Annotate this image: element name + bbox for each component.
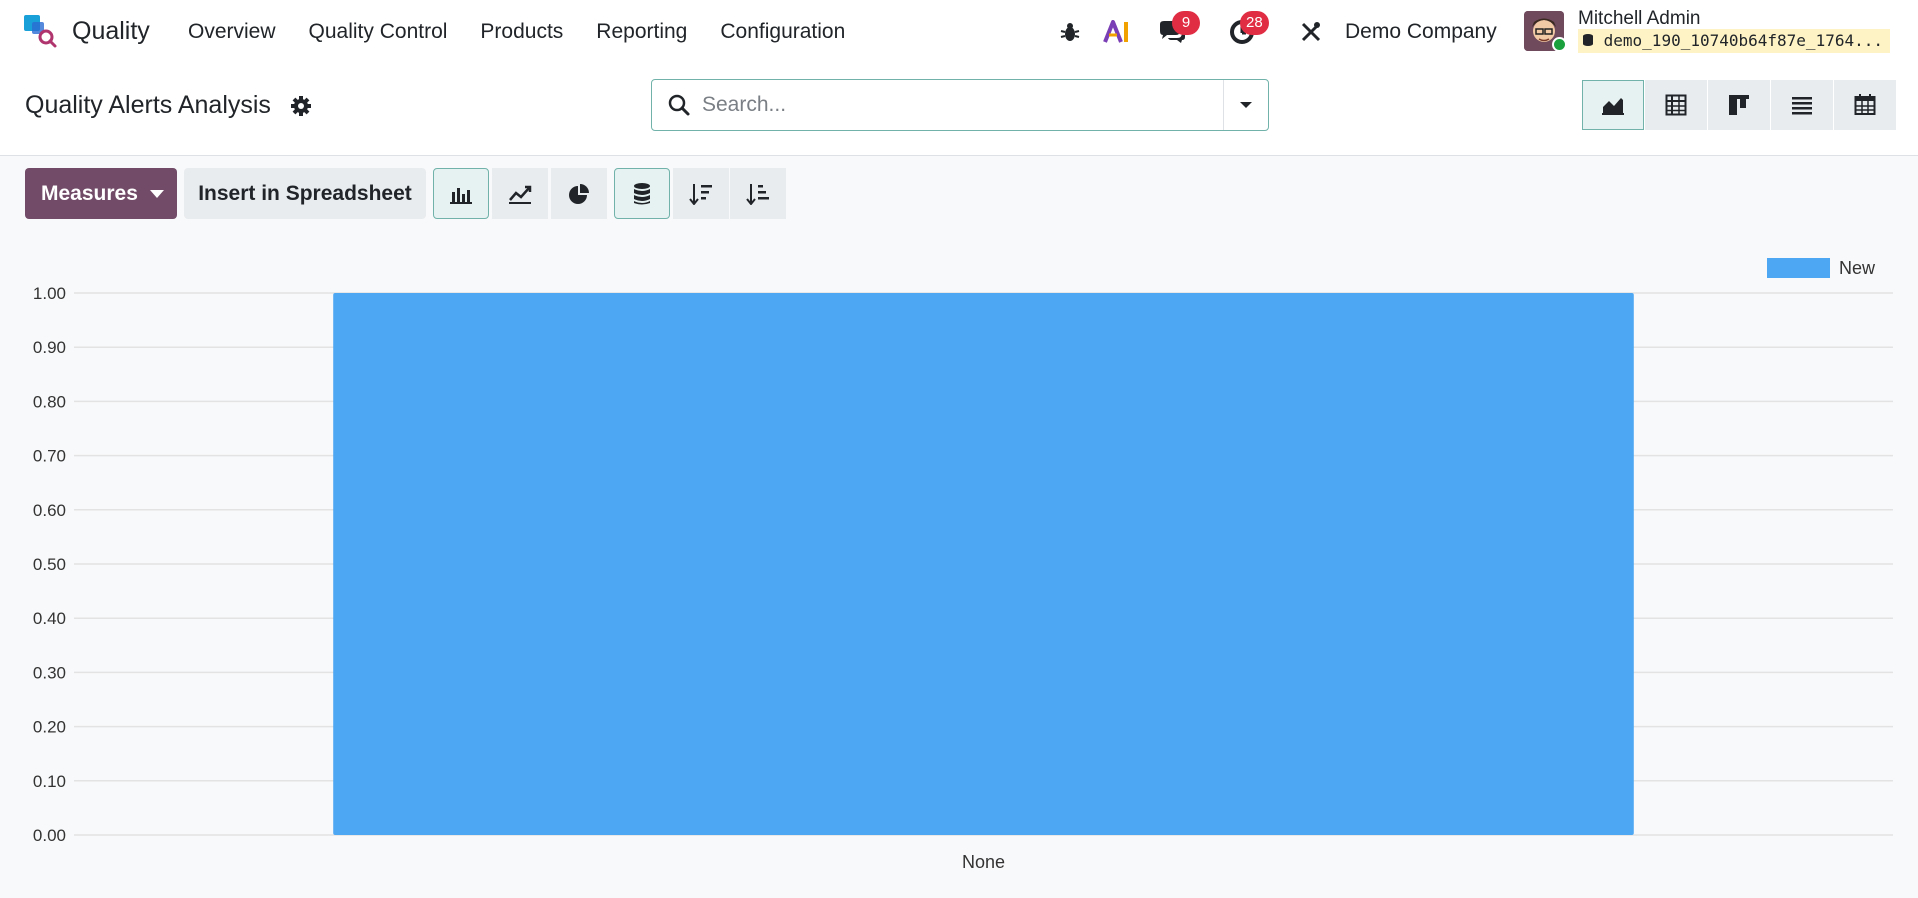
menu-item-configuration[interactable]: Configuration — [720, 20, 845, 44]
online-status-indicator — [1552, 37, 1567, 52]
line-chart-icon — [509, 185, 532, 204]
y-tick-label: 0.30 — [33, 663, 66, 682]
y-tick-label: 0.10 — [33, 772, 66, 791]
stacked-toggle-button[interactable] — [614, 168, 670, 219]
y-tick-label: 0.20 — [33, 718, 66, 737]
y-tick-label: 0.50 — [33, 555, 66, 574]
graph-view-button[interactable] — [1582, 80, 1644, 130]
top-navbar: Quality Overview Quality Control Product… — [0, 0, 1918, 64]
kanban-view-button[interactable] — [1708, 80, 1770, 130]
table-icon — [1665, 94, 1687, 116]
search-options-toggle[interactable] — [1223, 80, 1268, 130]
pie-chart-button[interactable] — [551, 168, 607, 219]
graph-chart: 0.00 0.10 0.20 0.30 0.40 0.50 0.60 0.70 0.80 0.90… — [0, 236, 1918, 893]
database-stack-icon — [634, 182, 650, 204]
pivot-view-button[interactable] — [1645, 80, 1707, 130]
menu-item-products[interactable]: Products — [480, 20, 563, 44]
gear-icon[interactable] — [290, 95, 312, 117]
bar-chart: 0.00 0.10 0.20 0.30 0.40 0.50 0.60 0.70 0.80 0.90… — [33, 258, 1893, 872]
caret-down-icon — [149, 189, 164, 198]
sort-ascending-button[interactable] — [730, 168, 786, 219]
y-tick-label: 0.40 — [33, 609, 66, 628]
company-switcher[interactable]: Demo Company — [1345, 20, 1497, 44]
messages-badge: 9 — [1172, 11, 1200, 35]
messages-icon[interactable]: 9 — [1152, 11, 1200, 50]
calendar-view-button[interactable] — [1834, 80, 1896, 130]
x-tick-label: None — [962, 852, 1005, 872]
sort-descending-button[interactable] — [673, 168, 729, 219]
app-name[interactable]: Quality — [72, 17, 150, 46]
legend-label: New — [1839, 258, 1876, 278]
user-name[interactable]: Mitchell Admin — [1578, 8, 1701, 30]
database-label: demo_190_10740b64f87e_1764... — [1603, 31, 1883, 50]
sort-ascending-icon — [746, 183, 769, 205]
menu-item-quality-control[interactable]: Quality Control — [309, 20, 448, 44]
list-icon — [1792, 97, 1812, 115]
quality-app-icon[interactable] — [22, 13, 58, 49]
control-panel: Quality Alerts Analysis — [0, 64, 1918, 156]
bar-chart-button[interactable] — [433, 168, 489, 219]
main-menu: Overview Quality Control Products Report… — [188, 20, 878, 44]
ai-icon[interactable] — [1102, 14, 1132, 50]
y-tick-label: 1.00 — [33, 284, 66, 303]
database-name: demo_190_10740b64f87e_1764... — [1578, 29, 1890, 53]
sort-descending-icon — [689, 183, 712, 205]
bar — [333, 293, 1634, 835]
tools-icon[interactable] — [1298, 14, 1324, 50]
page-title: Quality Alerts Analysis — [25, 91, 271, 119]
menu-item-reporting[interactable]: Reporting — [596, 20, 687, 44]
activities-icon[interactable]: 28 — [1222, 11, 1269, 50]
y-tick-label: 0.80 — [33, 392, 66, 411]
y-tick-label: 0.70 — [33, 447, 66, 466]
search-bar — [651, 79, 1269, 131]
list-view-button[interactable] — [1771, 80, 1833, 130]
area-chart-icon — [1602, 98, 1624, 115]
search-icon — [668, 94, 690, 116]
pie-chart-icon — [569, 183, 589, 204]
activities-badge: 28 — [1240, 11, 1269, 35]
y-tick-label: 0.60 — [33, 501, 66, 520]
search-input[interactable] — [702, 80, 1202, 130]
view-switcher — [1582, 80, 1897, 130]
measures-label: Measures — [41, 181, 138, 205]
bar-chart-icon — [450, 187, 472, 204]
insert-in-spreadsheet-button[interactable]: Insert in Spreadsheet — [184, 168, 426, 219]
menu-item-overview[interactable]: Overview — [188, 20, 276, 44]
line-chart-button[interactable] — [492, 168, 548, 219]
measures-dropdown[interactable]: Measures — [25, 168, 177, 219]
y-tick-label: 0.90 — [33, 338, 66, 357]
calendar-icon — [1854, 94, 1876, 115]
y-tick-label: 0.00 — [33, 826, 66, 845]
legend-swatch — [1767, 258, 1830, 278]
caret-down-icon — [1240, 102, 1252, 108]
debug-icon[interactable] — [1058, 14, 1082, 50]
database-icon — [1582, 31, 1604, 50]
kanban-icon — [1729, 95, 1749, 115]
